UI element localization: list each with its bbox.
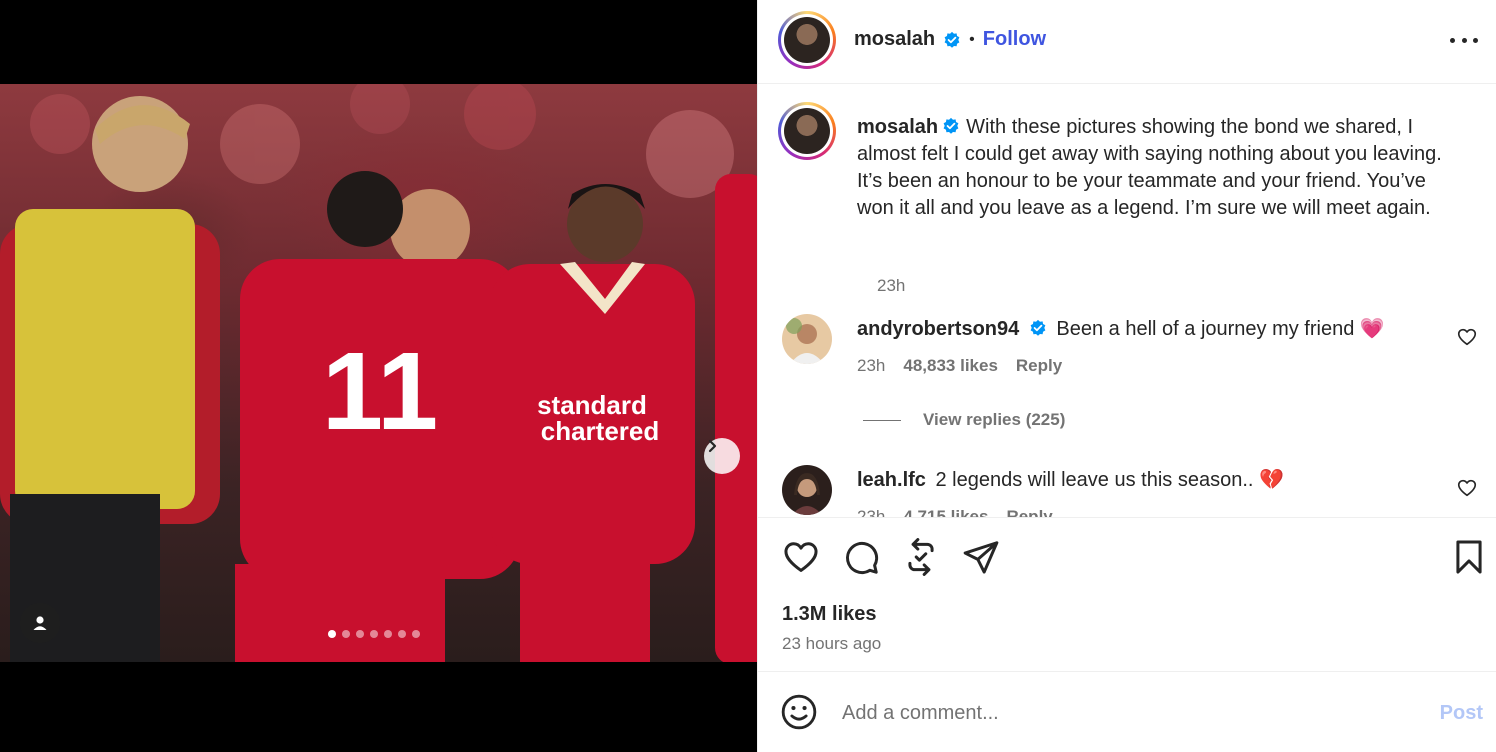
carousel-dot[interactable]	[412, 630, 420, 638]
post-media: 11 standard chartered	[0, 0, 757, 752]
commenter-avatar[interactable]	[782, 465, 832, 515]
post-photo: 11 standard chartered	[0, 84, 757, 662]
comment-time: 23h	[857, 356, 886, 375]
commenter-username[interactable]: andyrobertson94	[857, 318, 1019, 340]
commenter-username[interactable]: leah.lfc	[857, 469, 926, 491]
carousel-dot[interactable]	[370, 630, 378, 638]
comment-text: 2 legends will leave us this season.. 💔	[935, 469, 1284, 491]
carousel-dot[interactable]	[356, 630, 364, 638]
author-avatar[interactable]	[778, 11, 836, 69]
post-details-panel: mosalah • Follow mosalah With these pict…	[757, 0, 1496, 752]
view-replies-button[interactable]: View replies (225)	[863, 410, 1065, 430]
comments-section: mosalah With these pictures showing the …	[758, 84, 1496, 517]
post-comment-button[interactable]: Post	[1440, 702, 1483, 725]
reply-button[interactable]: Reply	[1006, 507, 1052, 517]
svg-text:11: 11	[322, 330, 438, 453]
comment-icon[interactable]	[842, 538, 880, 576]
author-username[interactable]: mosalah	[854, 28, 935, 51]
user-tag-button[interactable]	[20, 603, 60, 643]
post-timestamp: 23 hours ago	[782, 634, 882, 653]
follow-button[interactable]: Follow	[983, 28, 1046, 51]
send-icon[interactable]	[962, 538, 1000, 576]
carousel-dot[interactable]	[398, 630, 406, 638]
likes-count[interactable]: 1.3M likes	[782, 603, 877, 626]
verified-badge-icon	[944, 31, 960, 48]
comment-likes[interactable]: 48,833 likes	[903, 356, 998, 376]
svg-text:chartered: chartered	[541, 416, 660, 446]
user-tag-icon	[33, 616, 47, 630]
comment-text: Been a hell of a journey my friend 💗	[1056, 318, 1385, 340]
bookmark-icon[interactable]	[1450, 538, 1488, 576]
commenter-avatar[interactable]	[782, 314, 832, 364]
verified-badge-icon	[943, 117, 959, 134]
more-options-button[interactable]	[1450, 28, 1478, 52]
more-horizontal-icon	[1450, 37, 1455, 43]
carousel-next-button[interactable]	[704, 438, 740, 474]
caption-timestamp: 23h	[877, 276, 906, 295]
reply-button[interactable]: Reply	[1016, 356, 1062, 376]
carousel-dot[interactable]	[328, 630, 336, 638]
carousel-dot[interactable]	[342, 630, 350, 638]
heart-icon[interactable]	[1456, 326, 1478, 348]
view-replies-label: View replies (225)	[923, 410, 1066, 429]
carousel-dot[interactable]	[384, 630, 392, 638]
comment-input[interactable]	[842, 696, 1402, 730]
header-separator: •	[969, 30, 975, 48]
comment-time: 23h	[857, 507, 886, 517]
heart-icon[interactable]	[782, 538, 820, 576]
heart-icon[interactable]	[1456, 477, 1478, 499]
add-comment-bar: Post	[758, 672, 1496, 752]
verified-badge-icon	[1030, 319, 1046, 336]
carousel-indicator	[328, 630, 420, 638]
repost-icon[interactable]	[902, 538, 940, 576]
caption-avatar[interactable]	[778, 102, 836, 160]
post-actions: 1.3M likes 23 hours ago	[758, 517, 1496, 672]
emoji-icon[interactable]	[780, 693, 818, 731]
photo-illustration: 11 standard chartered	[0, 84, 757, 662]
chevron-right-icon	[708, 439, 717, 453]
comment-likes[interactable]: 4,715 likes	[903, 507, 988, 517]
caption-username[interactable]: mosalah	[857, 116, 938, 138]
post-header: mosalah • Follow	[758, 0, 1496, 84]
